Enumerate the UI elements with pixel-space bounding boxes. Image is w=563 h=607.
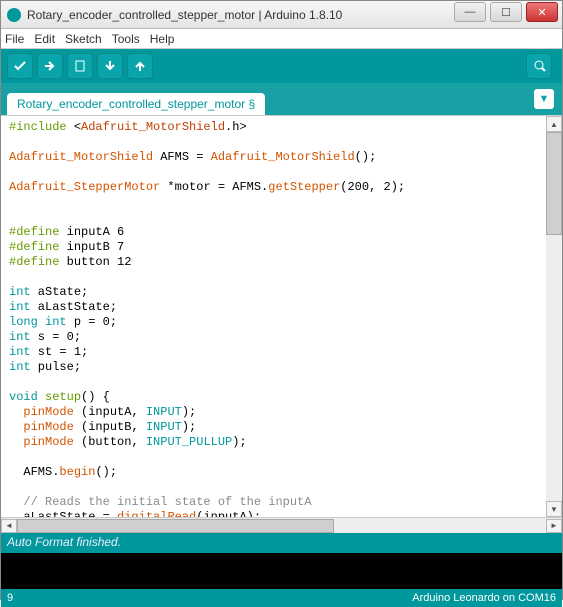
new-button[interactable] — [67, 53, 93, 79]
maximize-button[interactable]: ☐ — [490, 2, 522, 22]
tab-bar: Rotary_encoder_controlled_stepper_motor … — [1, 83, 562, 115]
scroll-right-button[interactable]: ► — [546, 519, 562, 533]
scroll-left-button[interactable]: ◄ — [1, 519, 17, 533]
menu-edit[interactable]: Edit — [34, 32, 55, 46]
status-message: Auto Format finished. — [1, 533, 562, 553]
verify-button[interactable] — [7, 53, 33, 79]
console-output[interactable] — [1, 553, 562, 589]
minimize-button[interactable]: — — [454, 2, 486, 22]
window-titlebar: Rotary_encoder_controlled_stepper_motor … — [1, 1, 562, 29]
menu-sketch[interactable]: Sketch — [65, 32, 102, 46]
hscroll-track[interactable] — [17, 519, 546, 533]
scroll-up-button[interactable]: ▲ — [546, 116, 562, 132]
code-editor[interactable]: #include <Adafruit_MotorShield.h> Adafru… — [1, 116, 562, 517]
scroll-track[interactable] — [546, 132, 562, 501]
tab-menu-button[interactable]: ▼ — [534, 89, 554, 109]
menu-tools[interactable]: Tools — [112, 32, 140, 46]
menu-help[interactable]: Help — [150, 32, 175, 46]
footer-board-info: Arduino Leonardo on COM16 — [412, 592, 556, 604]
footer-line-number: 9 — [7, 592, 13, 604]
window-title: Rotary_encoder_controlled_stepper_motor … — [27, 8, 454, 22]
sketch-tab[interactable]: Rotary_encoder_controlled_stepper_motor … — [7, 93, 265, 115]
editor-area: #include <Adafruit_MotorShield.h> Adafru… — [1, 115, 562, 533]
save-button[interactable] — [127, 53, 153, 79]
app-icon — [7, 8, 21, 22]
menu-bar: File Edit Sketch Tools Help — [1, 29, 562, 49]
hscroll-thumb[interactable] — [17, 519, 334, 533]
scroll-thumb[interactable] — [546, 132, 562, 235]
close-button[interactable]: ✕ — [526, 2, 558, 22]
upload-button[interactable] — [37, 53, 63, 79]
horizontal-scrollbar[interactable]: ◄ ► — [1, 517, 562, 533]
toolbar — [1, 49, 562, 83]
footer-bar: 9 Arduino Leonardo on COM16 — [1, 589, 562, 607]
serial-monitor-button[interactable] — [526, 53, 552, 79]
window-controls: — ☐ ✕ — [454, 1, 562, 28]
vertical-scrollbar[interactable]: ▲ ▼ — [546, 116, 562, 517]
open-button[interactable] — [97, 53, 123, 79]
scroll-down-button[interactable]: ▼ — [546, 501, 562, 517]
menu-file[interactable]: File — [5, 32, 24, 46]
